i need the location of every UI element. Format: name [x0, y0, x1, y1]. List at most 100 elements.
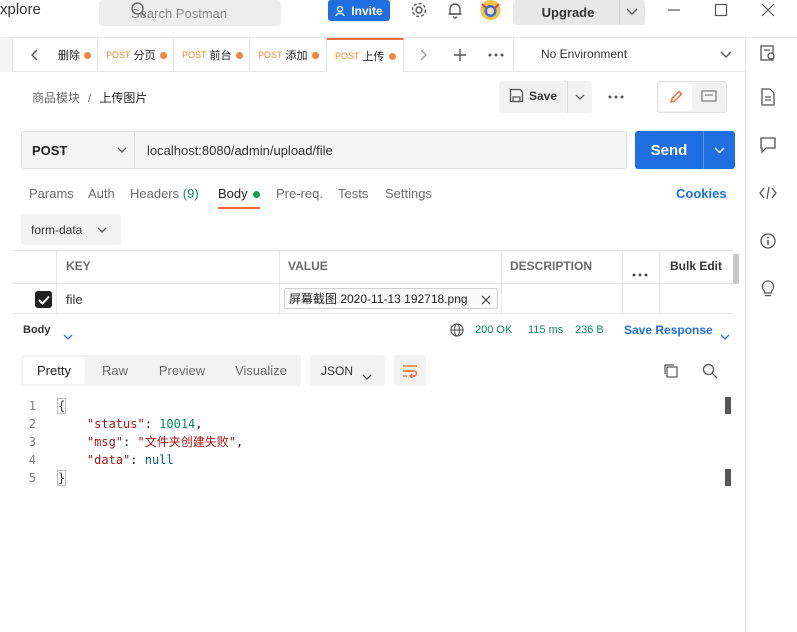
save-icon: [509, 88, 524, 103]
response-body-label[interactable]: Body: [23, 324, 51, 336]
format-selector[interactable]: JSON: [310, 355, 385, 386]
view-tab-raw[interactable]: Raw: [90, 355, 140, 386]
body-indicator-dot: [253, 191, 261, 198]
json-key: "status": [86, 417, 145, 431]
unsaved-dot: [311, 51, 319, 59]
tab-settings[interactable]: Settings: [385, 186, 432, 201]
breadcrumb-separator: /: [88, 91, 92, 105]
search-icon[interactable]: [702, 363, 718, 384]
close-icon[interactable]: [758, 0, 778, 20]
breadcrumb-parent[interactable]: 商品模块: [32, 91, 80, 105]
collapsed-panel: [0, 38, 13, 72]
json-comma: ,: [235, 435, 244, 449]
request-tab-active[interactable]: POST 上传: [327, 38, 404, 72]
json-key: "msg": [86, 435, 124, 449]
right-sidebar: [745, 38, 797, 632]
cookies-link[interactable]: Cookies: [676, 186, 727, 201]
column-divider: [501, 250, 502, 314]
chevron-down-icon[interactable]: [92, 220, 112, 240]
view-tab-preview[interactable]: Preview: [150, 355, 214, 386]
more-icon[interactable]: [486, 45, 506, 65]
request-tab[interactable]: POST 添加: [250, 38, 327, 72]
globe-icon[interactable]: [450, 323, 464, 342]
copy-icon[interactable]: [663, 363, 679, 384]
chevron-down-icon[interactable]: [622, 2, 642, 22]
unsaved-dot: [235, 51, 243, 59]
send-button[interactable]: Send: [635, 131, 703, 169]
file-name: 屏幕截图 2020-11-13 192718.png: [289, 292, 468, 306]
edit-pencil-icon[interactable]: [659, 83, 692, 111]
bulk-edit-link[interactable]: Bulk Edit: [670, 259, 722, 273]
view-tab-visualize[interactable]: Visualize: [224, 355, 298, 386]
info-icon[interactable]: [757, 230, 779, 252]
code-line: 3 "msg": "文件夹创建失败",: [20, 433, 243, 451]
save-response-button[interactable]: Save Response: [624, 323, 713, 337]
tab-body-label: Body: [218, 186, 248, 201]
response-time[interactable]: 115 ms: [528, 324, 563, 336]
response-size[interactable]: 236 B: [575, 324, 604, 336]
json-value: null: [144, 453, 174, 467]
maximize-icon[interactable]: [711, 0, 731, 20]
more-icon[interactable]: [606, 87, 626, 107]
chevron-right-icon[interactable]: [414, 45, 434, 65]
tab-prereq[interactable]: Pre-req.: [276, 186, 323, 201]
chevron-down-icon[interactable]: [362, 368, 372, 386]
settings-gear-icon[interactable]: [409, 0, 429, 20]
tab-body[interactable]: Body: [218, 186, 261, 201]
view-tab-pretty[interactable]: Pretty: [23, 357, 85, 384]
row-key[interactable]: file: [66, 292, 83, 307]
json-key: "data": [86, 453, 131, 467]
chevron-down-icon[interactable]: [716, 45, 736, 65]
request-tab[interactable]: POST 分页: [98, 38, 174, 72]
tab-auth[interactable]: Auth: [88, 186, 115, 201]
column-divider: [659, 250, 660, 314]
notification-bell-icon[interactable]: [445, 0, 465, 20]
add-user-icon: [335, 5, 345, 16]
chevron-left-icon[interactable]: [24, 45, 44, 65]
comment-view-icon[interactable]: [694, 83, 724, 111]
code-icon[interactable]: [757, 182, 779, 204]
request-tab[interactable]: POST 前台: [174, 38, 250, 72]
column-options-icon[interactable]: [632, 264, 648, 282]
divider: [703, 131, 704, 169]
column-divider: [279, 250, 280, 314]
documentation-icon[interactable]: [757, 86, 779, 108]
url-input[interactable]: localhost:8080/admin/upload/file: [135, 131, 627, 169]
row-checkbox[interactable]: [35, 291, 52, 308]
scrollbar-thumb[interactable]: [725, 397, 731, 414]
wrap-lines-button[interactable]: [394, 355, 426, 386]
chevron-down-icon[interactable]: [112, 140, 132, 160]
line-number: 1: [28, 399, 36, 413]
tab-method: POST: [335, 51, 360, 61]
response-status[interactable]: 200 OK: [475, 324, 512, 336]
chevron-down-icon[interactable]: [63, 328, 73, 346]
json-value: "文件夹创建失败": [137, 435, 236, 449]
tab-tests[interactable]: Tests: [338, 186, 368, 201]
scrollbar-thumb[interactable]: [725, 469, 731, 486]
tab-headers[interactable]: Headers (9): [130, 186, 199, 201]
save-label: Save: [529, 88, 558, 103]
avatar[interactable]: [478, 0, 503, 22]
minimize-icon[interactable]: [664, 0, 684, 20]
invite-button[interactable]: Invite: [328, 0, 390, 21]
tab-method: POST: [182, 50, 207, 60]
tab-params[interactable]: Params: [29, 186, 74, 201]
chevron-down-icon[interactable]: [720, 328, 730, 346]
plus-icon[interactable]: [450, 45, 470, 65]
environment-quick-look-icon[interactable]: [757, 42, 779, 64]
column-divider: [56, 250, 57, 314]
remove-file-icon[interactable]: [481, 292, 491, 310]
lightbulb-icon[interactable]: [757, 278, 779, 300]
page-title: 上传图片: [99, 91, 148, 105]
tab-label: 前台: [209, 50, 232, 62]
unsaved-dot: [388, 52, 396, 60]
chevron-down-icon[interactable]: [570, 87, 590, 107]
send-options-chevron-icon[interactable]: [709, 140, 729, 160]
save-button[interactable]: Save: [509, 88, 557, 103]
request-tab[interactable]: 删除: [50, 38, 98, 72]
comments-icon[interactable]: [757, 134, 779, 156]
scrollbar[interactable]: [733, 254, 739, 284]
tab-label: 分页: [133, 50, 156, 62]
search-input[interactable]: Search Postman: [99, 0, 281, 26]
environment-selector[interactable]: No Environment: [541, 47, 627, 61]
